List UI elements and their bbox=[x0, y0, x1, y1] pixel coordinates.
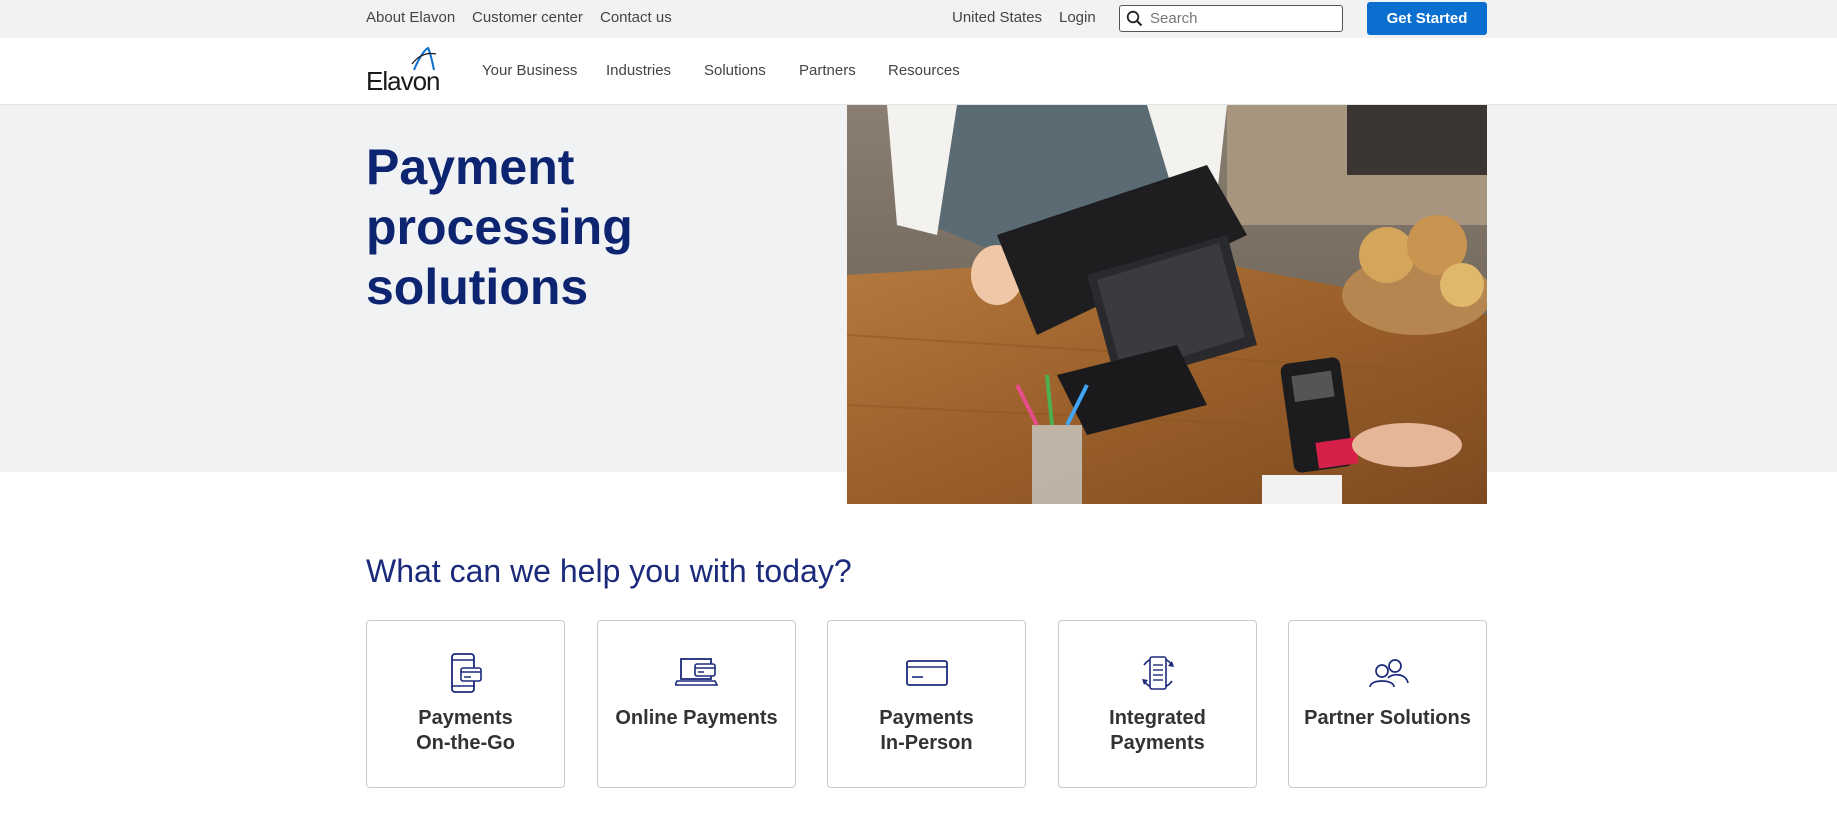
contact-us-link[interactable]: Contact us bbox=[600, 9, 672, 26]
search-icon bbox=[1126, 10, 1143, 27]
laptop-card-icon bbox=[674, 658, 718, 686]
card-label-line1: Integrated bbox=[1109, 707, 1206, 729]
mobile-card-icon bbox=[450, 653, 482, 693]
integration-cycle-icon bbox=[1141, 656, 1174, 690]
card-label-line1: Payments bbox=[879, 707, 974, 729]
main-nav: Elavon Your Business Industries Solution… bbox=[0, 38, 1837, 105]
card-label-line1: Partner Solutions bbox=[1304, 707, 1471, 729]
hero-image bbox=[847, 105, 1487, 504]
card-label-line1: Online Payments bbox=[615, 707, 778, 729]
card-payments-on-the-go[interactable]: Payments On-the-Go bbox=[366, 620, 565, 788]
card-label-line2: On-the-Go bbox=[416, 732, 515, 754]
nav-industries[interactable]: Industries bbox=[606, 62, 671, 79]
credit-card-icon bbox=[905, 660, 948, 686]
search-box[interactable] bbox=[1119, 5, 1343, 32]
pos-counter-illustration bbox=[847, 105, 1487, 504]
utility-bar: About Elavon Customer center Contact us … bbox=[0, 0, 1837, 38]
nav-partners[interactable]: Partners bbox=[799, 62, 856, 79]
card-payments-in-person[interactable]: Payments In-Person bbox=[827, 620, 1026, 788]
nav-solutions[interactable]: Solutions bbox=[704, 62, 766, 79]
search-input[interactable] bbox=[1150, 10, 1330, 27]
card-label-line1: Payments bbox=[418, 707, 513, 729]
about-elavon-link[interactable]: About Elavon bbox=[366, 9, 455, 26]
people-icon bbox=[1368, 659, 1409, 688]
hero-title: Payment processing solutions bbox=[366, 137, 826, 317]
card-label-line2: In-Person bbox=[880, 732, 973, 754]
nav-resources[interactable]: Resources bbox=[888, 62, 960, 79]
get-started-button[interactable]: Get Started bbox=[1367, 2, 1487, 35]
nav-your-business[interactable]: Your Business bbox=[482, 62, 577, 79]
card-partner-solutions[interactable]: Partner Solutions bbox=[1288, 620, 1487, 788]
card-integrated-payments[interactable]: Integrated Payments bbox=[1058, 620, 1257, 788]
region-selector[interactable]: United States bbox=[952, 9, 1042, 26]
help-heading: What can we help you with today? bbox=[366, 553, 852, 589]
hero-title-line1: Payment processing bbox=[366, 139, 633, 255]
card-online-payments[interactable]: Online Payments bbox=[597, 620, 796, 788]
login-link[interactable]: Login bbox=[1059, 9, 1096, 26]
elavon-logo[interactable]: Elavon bbox=[366, 46, 450, 96]
customer-center-link[interactable]: Customer center bbox=[472, 9, 583, 26]
hero-title-line2: solutions bbox=[366, 259, 589, 315]
logo-wordmark: Elavon bbox=[366, 66, 440, 96]
card-label-line2: Payments bbox=[1110, 732, 1205, 754]
